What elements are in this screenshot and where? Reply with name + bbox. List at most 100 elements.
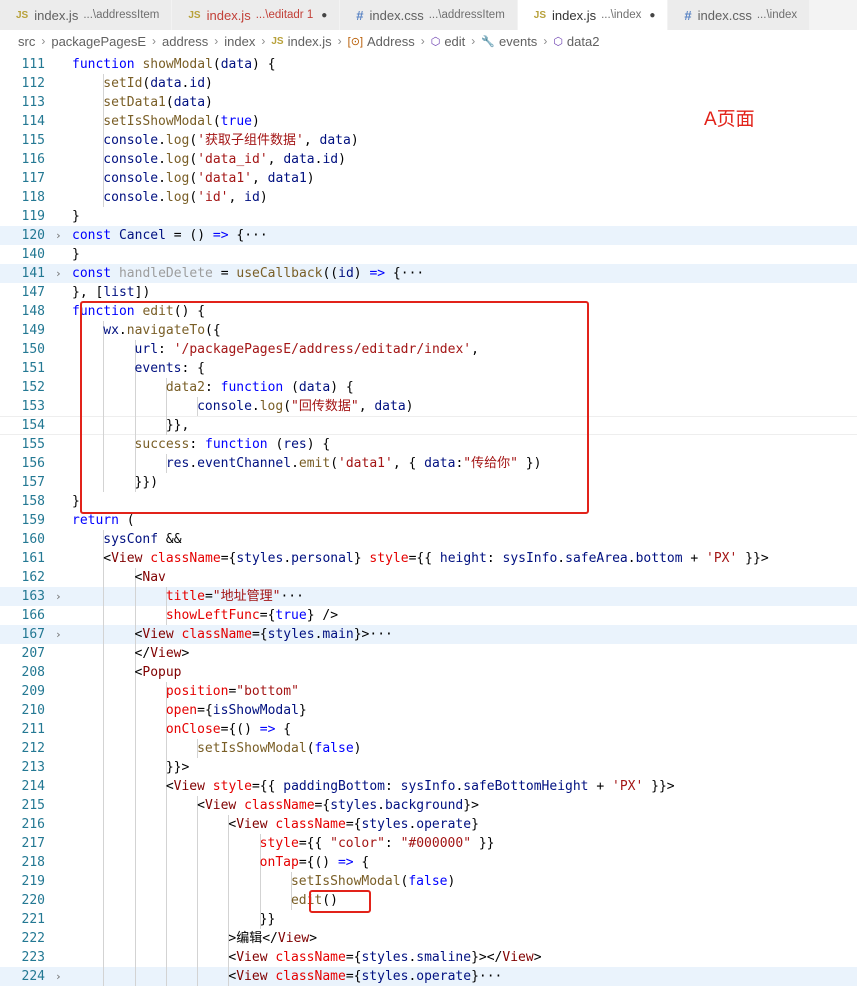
code-line[interactable]: 115 console.log('获取子组件数据', data) [0, 131, 857, 150]
fold-chevron-icon[interactable]: › [55, 226, 62, 245]
breadcrumb-item[interactable]: Address [367, 34, 415, 49]
indent-guide [197, 948, 199, 967]
breadcrumb-item[interactable]: index [224, 34, 255, 49]
indent-guide [103, 663, 105, 682]
code-line[interactable]: 140} [0, 245, 857, 264]
code-line[interactable]: 217 style={{ "color": "#000000" }} [0, 834, 857, 853]
fold-chevron-icon[interactable]: › [55, 967, 62, 986]
breadcrumb-item[interactable]: data2 [567, 34, 600, 49]
indent-guide [259, 872, 261, 891]
code-token: operate [416, 969, 472, 984]
code-line[interactable]: 112 setId(data.id) [0, 74, 857, 93]
code-line[interactable]: 207 </View> [0, 644, 857, 663]
code-line[interactable]: 120 › const Cancel = () => {··· [0, 226, 857, 245]
code-line[interactable]: 162 <Nav [0, 568, 857, 587]
code-line[interactable]: 220 edit() [0, 891, 857, 910]
line-number: 154 [21, 418, 45, 433]
tab-3[interactable]: # index.css ...\addressItem [340, 0, 518, 30]
code-token: ]) [134, 285, 151, 300]
code-token: => [259, 722, 276, 737]
breadcrumb-item[interactable]: edit [444, 34, 465, 49]
code-token: View [502, 950, 534, 965]
tab-path: ...\addressItem [83, 9, 160, 21]
code-line[interactable]: 218 onTap={() => { [0, 853, 857, 872]
code-token: } [72, 494, 80, 509]
code-text: >编辑</View> [228, 929, 317, 948]
code-line[interactable]: 215 <View className={styles.background}> [0, 796, 857, 815]
code-token: className [275, 950, 346, 965]
code-token: onTap [259, 855, 299, 870]
indent-guide [134, 796, 136, 815]
code-line[interactable]: 223 <View className={styles.smaline}></Vi… [0, 948, 857, 967]
code-line[interactable]: 116 console.log('data_id', data.id) [0, 150, 857, 169]
fold-chevron-icon[interactable]: › [55, 587, 62, 606]
code-line[interactable]: 119} [0, 207, 857, 226]
code-token: ={ [345, 969, 362, 984]
chevron-right-icon: › [261, 34, 266, 48]
code-line[interactable]: 166 showLeftFunc={true} /> [0, 606, 857, 625]
indent-guide [103, 948, 105, 967]
code-line[interactable]: 141 › const handleDelete = useCallback((id… [0, 264, 857, 283]
code-token: data [220, 57, 253, 72]
indent-guide [134, 910, 136, 929]
code-line[interactable]: 210 open={isShowModal} [0, 701, 857, 720]
tab-5[interactable]: # index.css ...\index [668, 0, 811, 30]
line-number: 210 [21, 703, 45, 718]
code-token: < [165, 779, 174, 794]
code-line[interactable]: 147}, [list]) [0, 283, 857, 302]
fold-chevron-icon[interactable]: › [55, 264, 62, 283]
code-token: ) [338, 152, 346, 167]
tab-2[interactable]: JS index.js ...\editadr 1 ● [172, 0, 341, 30]
code-line[interactable]: 167 › <View className={styles.main}>··· [0, 625, 857, 644]
code-line[interactable]: 212 setIsShowModal(false) [0, 739, 857, 758]
code-line[interactable]: 118 console.log('id', id) [0, 188, 857, 207]
code-line[interactable]: 111 function showModal(data) { [0, 55, 857, 74]
code-line[interactable]: 219 setIsShowModal(false) [0, 872, 857, 891]
code-text: <View className={styles.operate}··· [228, 967, 502, 986]
code-line[interactable]: 208 <Popup [0, 663, 857, 682]
breadcrumb-item[interactable]: index.js [288, 34, 332, 49]
code-line[interactable]: 117 console.log('data1', data1) [0, 169, 857, 188]
indent-guide [165, 891, 167, 910]
code-line[interactable]: 221}} [0, 910, 857, 929]
breadcrumb-item[interactable]: src [18, 34, 35, 49]
code-line[interactable]: 161 <View className={styles.personal} sty… [0, 549, 857, 568]
code-line[interactable]: 224 › <View className={styles.operate}··· [0, 967, 857, 986]
js-file-icon: JS [271, 35, 284, 47]
code-editor[interactable]: 111 function showModal(data) {112 setId(da… [0, 55, 857, 986]
code-line[interactable]: 222 >编辑</View> [0, 929, 857, 948]
code-token: safeArea [565, 551, 628, 566]
code-token: View [236, 969, 276, 984]
code-token: . [627, 551, 636, 566]
code-line[interactable]: 160 sysConf && [0, 530, 857, 549]
chevron-right-icon: › [337, 34, 342, 48]
code-token: ={ [345, 950, 362, 965]
code-token: 'id' [197, 190, 229, 205]
code-token: View [142, 627, 182, 642]
indent-guide [134, 758, 136, 777]
unsaved-dot-icon[interactable]: ● [649, 10, 655, 21]
code-line[interactable]: 214 <View style={{ paddingBottom: sysInfo… [0, 777, 857, 796]
breadcrumb-item[interactable]: packagePagesE [51, 34, 146, 49]
code-token: {··· [385, 266, 425, 281]
fold-chevron-icon[interactable]: › [55, 625, 62, 644]
indent-guide [134, 834, 136, 853]
code-line[interactable]: 216 <View className={styles.operate} [0, 815, 857, 834]
code-token: ) { [252, 57, 276, 72]
indent-guide [165, 910, 167, 929]
tab-filename: index.css [697, 7, 752, 23]
method-icon: ⬡ [430, 35, 441, 48]
code-token: ) [259, 190, 268, 205]
code-line[interactable]: 209 position="bottom" [0, 682, 857, 701]
unsaved-dot-icon[interactable]: ● [321, 10, 327, 21]
code-line[interactable]: 213}}> [0, 758, 857, 777]
code-line[interactable]: 211 onClose={() => { [0, 720, 857, 739]
code-text: } [72, 207, 80, 226]
tab-4[interactable]: JS index.js ...\index ● [517, 0, 669, 30]
breadcrumb-item[interactable]: events [499, 34, 537, 49]
indent-guide [165, 815, 167, 834]
tab-1[interactable]: JS index.js ...\addressItem [0, 0, 173, 30]
indent-guide [134, 777, 136, 796]
code-line[interactable]: 163 › title="地址管理"··· [0, 587, 857, 606]
breadcrumb-item[interactable]: address [162, 34, 208, 49]
